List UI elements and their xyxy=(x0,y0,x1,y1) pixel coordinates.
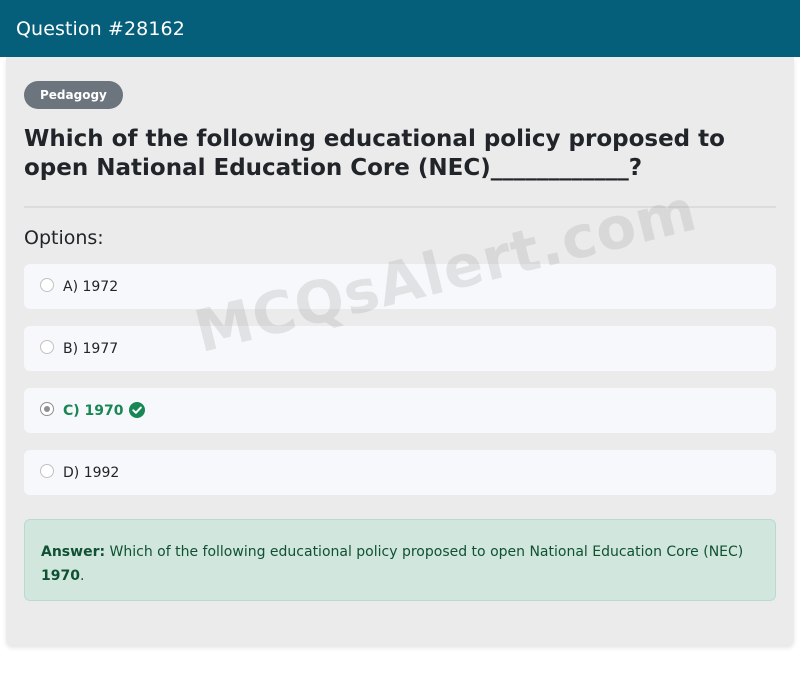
option-b[interactable]: B) 1977 xyxy=(24,326,776,371)
option-a[interactable]: A) 1972 xyxy=(24,264,776,309)
question-card: Pedagogy Which of the following educatio… xyxy=(6,57,794,645)
option-d[interactable]: D) 1992 xyxy=(24,450,776,495)
option-a-radio[interactable] xyxy=(40,278,54,292)
header-bar: Question #28162 xyxy=(0,0,800,57)
answer-text: Which of the following educational polic… xyxy=(105,544,744,560)
option-b-radio[interactable] xyxy=(40,340,54,354)
option-d-radio[interactable] xyxy=(40,464,54,478)
question-text: Which of the following educational polic… xyxy=(24,126,725,181)
divider xyxy=(24,206,776,208)
option-c[interactable]: C) 1970 xyxy=(24,388,776,433)
category-badge[interactable]: Pedagogy xyxy=(24,81,123,109)
option-c-label: C) 1970 xyxy=(63,403,124,419)
answer-box: Answer: Which of the following education… xyxy=(24,519,776,601)
answer-prefix: Answer: xyxy=(41,544,106,560)
page-title: Question #28162 xyxy=(16,18,185,40)
option-c-radio[interactable] xyxy=(40,402,54,416)
options-label: Options: xyxy=(24,227,104,249)
option-a-label: A) 1972 xyxy=(63,279,119,295)
answer-suffix: . xyxy=(79,568,85,584)
option-d-label: D) 1992 xyxy=(63,465,120,481)
option-b-label: B) 1977 xyxy=(63,341,119,357)
answer-value: 1970 xyxy=(41,568,80,584)
check-circle-icon xyxy=(129,402,145,418)
